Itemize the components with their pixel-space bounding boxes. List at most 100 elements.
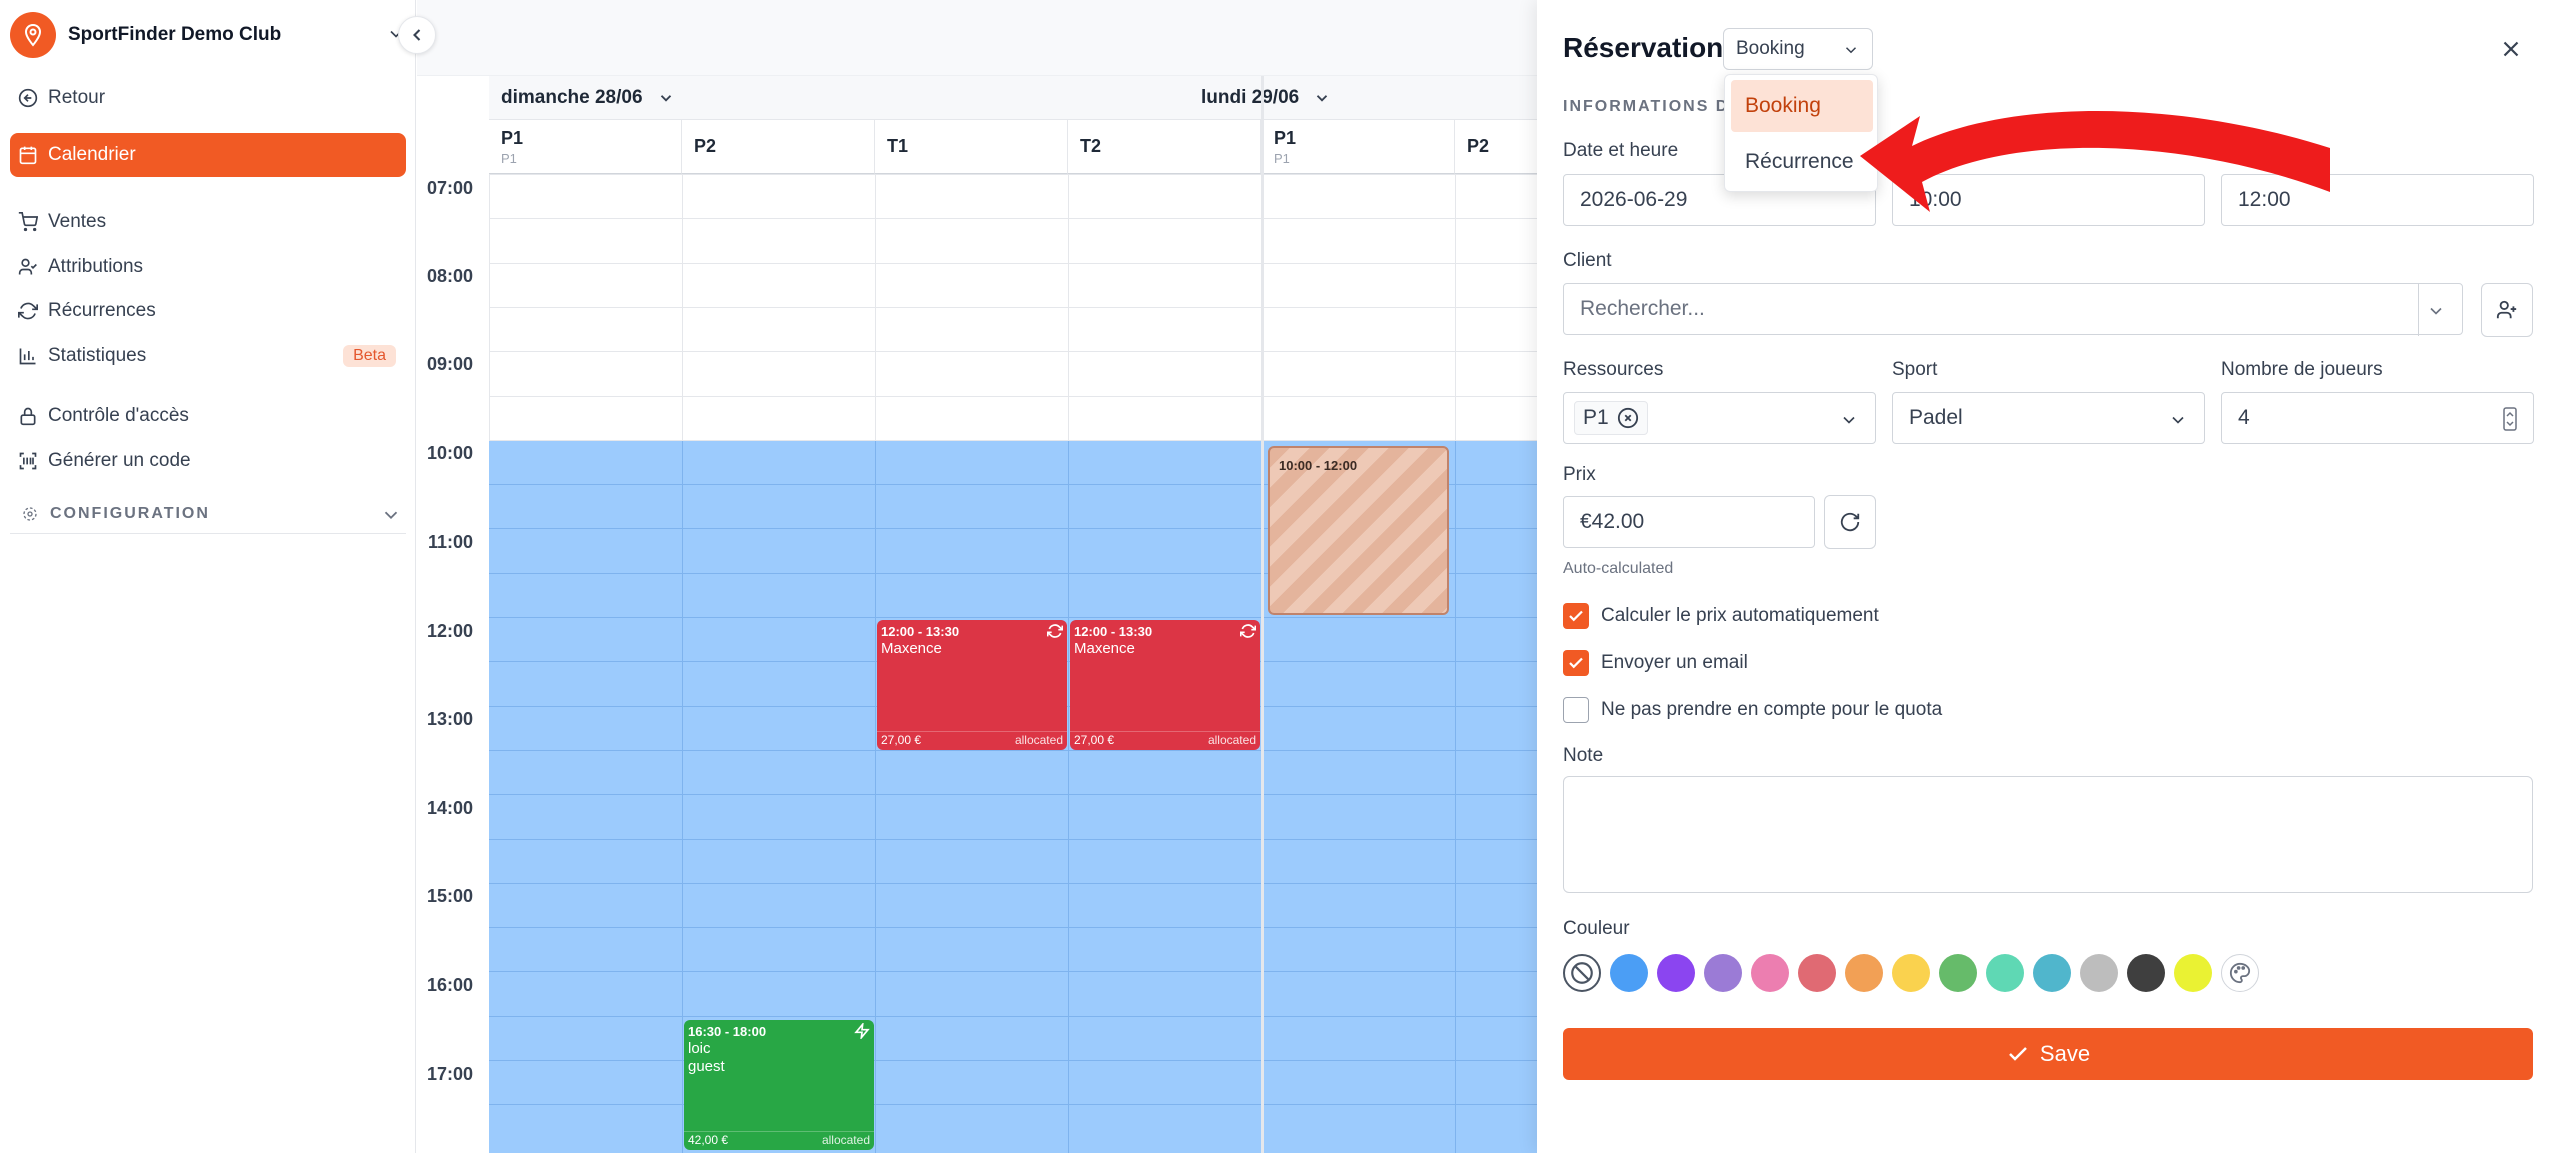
resource-header: P2 (1455, 120, 1537, 174)
check-icon (2009, 1047, 2027, 1061)
resources-select[interactable]: P1 (1563, 392, 1876, 444)
players-input[interactable]: 4 (2221, 392, 2534, 444)
sidebar-item-generate-code[interactable]: Générer un code (10, 439, 406, 483)
color-swatch[interactable] (1610, 954, 1648, 992)
add-client-button[interactable] (2481, 283, 2533, 337)
time-label: 07:00 (426, 178, 473, 198)
day-separator (1261, 76, 1264, 1153)
color-swatch[interactable] (1939, 954, 1977, 992)
recalculate-price-button[interactable] (1824, 495, 1876, 549)
club-name: SportFinder Demo Club (68, 24, 282, 45)
sidebar-item-ventes[interactable]: Ventes (10, 200, 406, 244)
color-swatch[interactable] (1986, 954, 2024, 992)
panel-title: Réservation (1563, 32, 1724, 63)
sidebar-item-label: Calendrier (48, 144, 136, 165)
spinner-icon[interactable] (2503, 407, 2517, 431)
price-input[interactable]: €42.00 (1563, 496, 1815, 548)
selection-column-line (1455, 441, 1456, 1153)
players-value: 4 (2238, 406, 2250, 429)
resources-label: Ressources (1563, 359, 1664, 380)
resource-name: P2 (694, 136, 717, 156)
option-recurrence[interactable]: Récurrence (1731, 136, 1873, 188)
collapse-sidebar-button[interactable] (398, 16, 436, 54)
user-check-icon (18, 258, 37, 275)
checkbox[interactable] (1563, 697, 1589, 723)
color-swatch[interactable] (1798, 954, 1836, 992)
auto-price-checkbox[interactable]: Calculer le prix automatiquement (1563, 602, 1879, 630)
arrow-left-circle-icon (18, 88, 38, 108)
sport-value: Padel (1909, 406, 1963, 429)
note-label: Note (1563, 745, 1604, 766)
day-header-1[interactable]: dimanche 28/06 (489, 76, 1189, 120)
sidebar-item-access-control[interactable]: Contrôle d'accès (10, 394, 406, 438)
event-divider (1070, 731, 1260, 732)
resource-header: T1 (875, 120, 1068, 174)
resource-header: P1 P1 (489, 120, 682, 174)
sidebar-item-label: Générer un code (48, 450, 191, 471)
chevron-down-icon (2430, 307, 2442, 315)
save-button[interactable]: Save (1563, 1028, 2533, 1080)
selection-column-line (1068, 441, 1069, 1153)
qr-code-icon (19, 452, 37, 470)
remove-circle-icon[interactable] (1617, 407, 1639, 429)
calendar-toolbar (417, 0, 1537, 76)
selection-row-line (489, 617, 1537, 618)
sidebar-item-statistiques[interactable]: Statistiques Beta (10, 334, 406, 378)
chevron-down-icon (2172, 416, 2184, 424)
resource-header: P1 P1 (1262, 120, 1455, 174)
day-header-2[interactable]: lundi 29/06 (1189, 76, 1537, 120)
day-label: dimanche 28/06 (501, 86, 643, 108)
no-color-swatch[interactable] (1563, 954, 1601, 992)
checkbox[interactable] (1563, 650, 1589, 676)
club-switcher[interactable]: SportFinder Demo Club (10, 10, 406, 60)
reservation-type-select[interactable]: Booking (1723, 28, 1873, 70)
option-booking[interactable]: Booking (1731, 80, 1873, 132)
checkbox-label: Envoyer un email (1601, 652, 1748, 673)
custom-color-swatch[interactable] (2221, 954, 2259, 992)
configuration-section[interactable]: CONFIGURATION (10, 494, 406, 534)
sport-select[interactable]: Padel (1892, 392, 2205, 444)
swatch-list (1610, 954, 2221, 992)
selection-row-line (489, 750, 1537, 751)
user-plus-icon (2496, 300, 2517, 319)
sidebar-item-calendrier[interactable]: Calendrier (10, 133, 406, 177)
booking-event[interactable]: 12:00 - 13:30 Maxence 27,00 € allocated (877, 620, 1067, 750)
resource-name: T2 (1080, 136, 1102, 156)
time-label: 17:00 (426, 1064, 473, 1084)
checkbox[interactable] (1563, 603, 1589, 629)
back-link[interactable]: Retour (10, 76, 406, 120)
color-swatch[interactable] (2080, 954, 2118, 992)
time-label: 08:00 (426, 266, 473, 286)
color-label: Couleur (1563, 918, 1630, 939)
color-swatch[interactable] (1892, 954, 1930, 992)
check-icon (1569, 657, 1583, 669)
color-swatch[interactable] (1751, 954, 1789, 992)
configuration-label: CONFIGURATION (50, 504, 210, 522)
chevron-down-icon (1843, 416, 1855, 424)
selection-row-line (489, 1104, 1537, 1105)
close-icon[interactable] (2498, 36, 2524, 62)
grid-row-line (489, 218, 1537, 219)
resource-chip[interactable]: P1 (1574, 401, 1648, 435)
booking-event[interactable]: 16:30 - 18:00 loic guest 42,00 € allocate… (684, 1020, 874, 1150)
selection-row-line (489, 1060, 1537, 1061)
back-label: Retour (48, 87, 106, 108)
client-search-input[interactable]: Rechercher... (1563, 283, 2463, 336)
color-swatch[interactable] (2174, 954, 2212, 992)
refresh-icon (1840, 512, 1860, 532)
color-swatch[interactable] (1657, 954, 1695, 992)
send-email-checkbox[interactable]: Envoyer un email (1563, 649, 1748, 677)
note-textarea[interactable] (1563, 776, 2533, 893)
chevron-down-icon (384, 511, 398, 520)
color-swatch[interactable] (2127, 954, 2165, 992)
pending-booking[interactable]: 10:00 - 12:00 (1268, 446, 1449, 615)
ignore-quota-checkbox[interactable]: Ne pas prendre en compte pour le quota (1563, 696, 1942, 724)
booking-event[interactable]: 12:00 - 13:30 Maxence 27,00 € allocated (1070, 620, 1260, 750)
color-swatch[interactable] (1845, 954, 1883, 992)
sidebar-item-label: Ventes (48, 211, 107, 232)
sidebar-item-recurrences[interactable]: Récurrences (10, 289, 406, 333)
color-swatch[interactable] (1704, 954, 1742, 992)
color-swatch[interactable] (2033, 954, 2071, 992)
sidebar-item-attributions[interactable]: Attributions (10, 245, 406, 289)
check-icon (1569, 610, 1583, 622)
